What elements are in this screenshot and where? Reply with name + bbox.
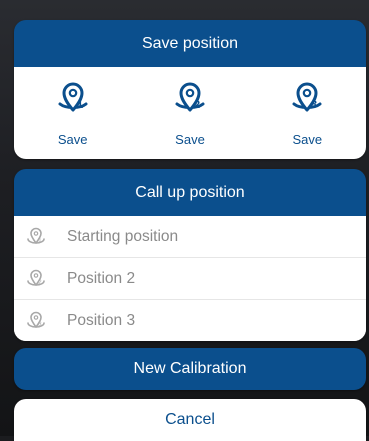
position-label: Position 2 bbox=[67, 269, 136, 287]
position-item-starting[interactable]: 1 Starting position bbox=[14, 216, 366, 257]
slot-number: 2 bbox=[194, 99, 200, 111]
position-label: Position 3 bbox=[67, 311, 136, 329]
map-pin-icon: 2 bbox=[175, 82, 205, 112]
slot-number: 3 bbox=[311, 99, 317, 111]
save-slot-2-button[interactable]: 2 Save bbox=[131, 67, 248, 159]
position-label: Starting position bbox=[67, 227, 179, 245]
position-item-2[interactable]: 2 Position 2 bbox=[14, 257, 366, 299]
call-up-position-card: Call up position 1 Starting position 2 P… bbox=[14, 169, 366, 341]
map-pin-icon: 3 bbox=[27, 311, 45, 328]
save-slots-row: 1 Save 2 Save 3 Save bbox=[14, 67, 366, 159]
map-pin-icon: 1 bbox=[27, 227, 45, 244]
position-list: 1 Starting position 2 Position 2 3 Posit… bbox=[14, 216, 366, 341]
save-slot-2-label: Save bbox=[175, 132, 205, 147]
slot-number: 1 bbox=[77, 99, 83, 111]
save-slot-1-button[interactable]: 1 Save bbox=[14, 67, 131, 159]
map-pin-icon: 3 bbox=[292, 82, 322, 112]
save-slot-3-button[interactable]: 3 Save bbox=[249, 67, 366, 159]
position-item-3[interactable]: 3 Position 3 bbox=[14, 299, 366, 341]
cancel-label: Cancel bbox=[165, 411, 215, 428]
map-pin-icon: 1 bbox=[58, 82, 88, 112]
save-slot-1-label: Save bbox=[57, 132, 88, 147]
new-calibration-button[interactable]: New Calibration bbox=[14, 348, 366, 390]
map-pin-icon: 2 bbox=[27, 269, 45, 286]
cancel-button[interactable]: Cancel bbox=[14, 399, 366, 441]
save-slot-3-label: Save bbox=[292, 132, 323, 147]
save-position-title: Save position bbox=[14, 20, 366, 67]
save-position-card: Save position 1 Save 2 Save 3 Save bbox=[14, 20, 366, 159]
new-calibration-label: New Calibration bbox=[14, 348, 366, 390]
call-up-position-title: Call up position bbox=[14, 169, 366, 216]
